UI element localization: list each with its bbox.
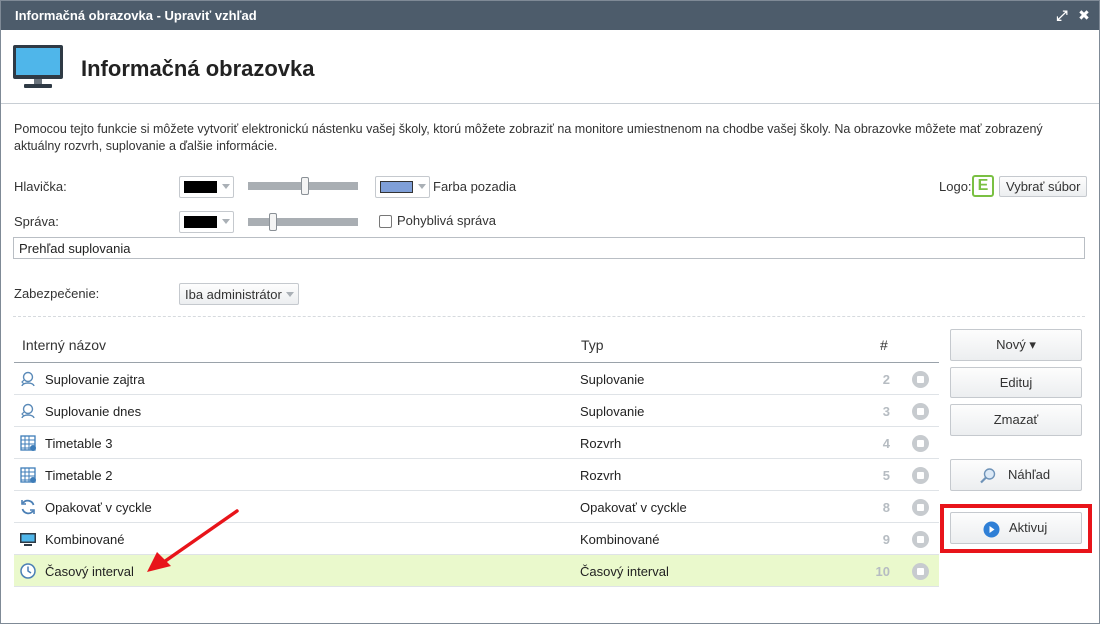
- row-number: 2: [882, 372, 890, 387]
- row-name: Časový interval: [45, 564, 134, 579]
- row-number: 3: [882, 404, 890, 419]
- monitor-icon: [20, 533, 36, 546]
- row-type: Opakovať v cyckle: [580, 500, 687, 515]
- stop-icon[interactable]: [912, 499, 929, 516]
- security-select[interactable]: Iba administrátor: [179, 283, 299, 305]
- security-label: Zabezpečenie:: [14, 286, 100, 301]
- choose-file-button[interactable]: Vybrať súbor: [999, 176, 1088, 197]
- stop-icon[interactable]: [912, 403, 929, 420]
- moving-message-label: Pohyblivá správa: [397, 213, 496, 228]
- page-header: Informačná obrazovka: [1, 30, 1099, 104]
- preview-label: Náhľad: [1008, 467, 1051, 482]
- slider-handle[interactable]: [301, 177, 309, 195]
- stop-icon[interactable]: [912, 467, 929, 484]
- row-type: Suplovanie: [580, 372, 645, 387]
- edit-button[interactable]: Edituj: [950, 367, 1082, 398]
- table-row[interactable]: Timetable 3 Rozvrh 4: [14, 427, 939, 459]
- logo-label: Logo:: [939, 179, 972, 194]
- chevron-down-icon: [222, 184, 230, 189]
- row-name: Suplovanie dnes: [45, 404, 142, 419]
- header-text-color-picker[interactable]: [179, 176, 234, 198]
- page-title: Informačná obrazovka: [81, 56, 315, 81]
- cycle-icon: [21, 499, 35, 515]
- slider-handle[interactable]: [269, 213, 277, 231]
- expand-icon[interactable]: ⤢: [1054, 7, 1070, 23]
- row-type: Suplovanie: [580, 404, 645, 419]
- row-number: 4: [882, 436, 890, 451]
- message-color-picker[interactable]: [179, 211, 234, 233]
- new-button[interactable]: Nový ▾: [950, 329, 1082, 361]
- monitor-icon: [13, 45, 63, 88]
- slider-track: [248, 218, 358, 226]
- table-row[interactable]: Suplovanie zajtra Suplovanie 2: [14, 363, 939, 395]
- row-type: Rozvrh: [580, 468, 622, 483]
- row-type: Časový interval: [580, 564, 669, 579]
- stop-icon[interactable]: [912, 435, 929, 452]
- chevron-down-icon: [286, 292, 294, 297]
- table-row[interactable]: Suplovanie dnes Suplovanie 3: [14, 395, 939, 427]
- chevron-down-icon: [222, 219, 230, 224]
- chevron-down-icon: [418, 184, 426, 189]
- preview-button[interactable]: Náhľad: [950, 459, 1082, 491]
- dialog-window: Informačná obrazovka - Upraviť vzhľad ⤢ …: [0, 0, 1100, 624]
- header-bg-color-picker[interactable]: [375, 176, 430, 198]
- description-text: Pomocou tejto funkcie si môžete vytvoriť…: [14, 122, 1043, 153]
- stop-icon[interactable]: [912, 563, 929, 580]
- table-row[interactable]: Timetable 2 Rozvrh 5: [14, 459, 939, 491]
- substitution-icon: [21, 403, 35, 419]
- header-label: Hlavička:: [14, 179, 67, 194]
- clock-icon: [20, 563, 36, 579]
- window-title: Informačná obrazovka - Upraviť vzhľad: [15, 8, 257, 23]
- timetable-icon: [20, 435, 36, 451]
- column-type[interactable]: Typ: [581, 337, 604, 353]
- bg-color-label: Farba pozadia: [433, 179, 517, 194]
- row-type: Kombinované: [580, 532, 660, 547]
- highlight-box-annotation: [940, 504, 1092, 553]
- column-number[interactable]: #: [880, 337, 888, 353]
- timetable-icon: [20, 467, 36, 483]
- header-opacity-slider[interactable]: [248, 177, 358, 195]
- color-swatch: [380, 181, 413, 193]
- delete-button[interactable]: Zmazať: [950, 404, 1082, 436]
- row-name: Timetable 2: [45, 468, 113, 483]
- table-header: Interný názov Typ #: [14, 329, 939, 363]
- row-name: Opakovať v cyckle: [45, 500, 152, 515]
- row-name: Timetable 3: [45, 436, 113, 451]
- stop-icon[interactable]: [912, 531, 929, 548]
- row-number: 5: [882, 468, 890, 483]
- substitution-icon: [21, 371, 35, 387]
- close-icon[interactable]: ✖: [1076, 7, 1092, 23]
- message-speed-slider[interactable]: [248, 213, 358, 231]
- color-swatch: [184, 216, 217, 228]
- moving-message-checkbox[interactable]: [379, 215, 392, 228]
- message-label: Správa:: [14, 214, 59, 229]
- stop-icon[interactable]: [912, 371, 929, 388]
- color-swatch: [184, 181, 217, 193]
- title-bar: Informačná obrazovka - Upraviť vzhľad ⤢ …: [1, 1, 1099, 30]
- divider: [13, 316, 1085, 317]
- logo-letter: E: [977, 177, 989, 194]
- row-type: Rozvrh: [580, 436, 622, 451]
- arrow-annotation: [147, 509, 239, 572]
- message-input[interactable]: Prehľad suplovania: [13, 237, 1085, 259]
- column-name[interactable]: Interný názov: [22, 337, 106, 353]
- row-name: Suplovanie zajtra: [45, 372, 145, 387]
- logo-image: E: [972, 175, 994, 197]
- row-number: 10: [875, 564, 890, 579]
- security-select-value: Iba administrátor: [185, 287, 282, 302]
- magnifier-icon: [980, 468, 996, 484]
- row-name: Kombinované: [45, 532, 125, 547]
- row-number: 8: [882, 500, 890, 515]
- row-number: 9: [882, 532, 890, 547]
